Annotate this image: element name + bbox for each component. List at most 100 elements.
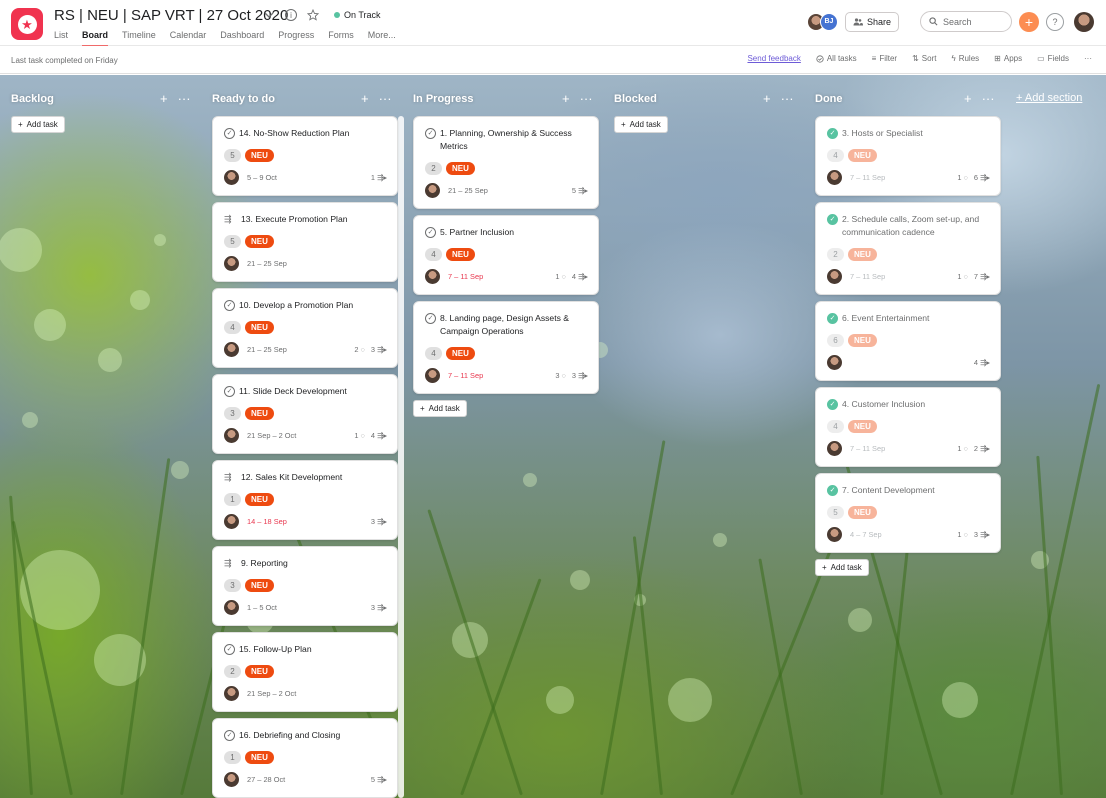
- more-icon[interactable]: ···: [580, 91, 593, 107]
- check-circle-icon[interactable]: ✓: [224, 644, 235, 655]
- task-card[interactable]: ✓ 7. Content Development 5 NEU 4 – 7 Sep 1 ◌ 3…: [815, 473, 1001, 553]
- comment-count[interactable]: 1 ◌: [354, 431, 365, 440]
- neu-tag[interactable]: NEU: [245, 665, 274, 678]
- neu-tag[interactable]: NEU: [245, 235, 274, 248]
- check-circle-icon[interactable]: ✓: [224, 300, 235, 311]
- project-icon[interactable]: ★: [11, 8, 43, 40]
- comment-count[interactable]: 1 ◌: [957, 272, 968, 281]
- task-card[interactable]: ✓ 2. Schedule calls, Zoom set-up, and com…: [815, 202, 1001, 295]
- tab-dashboard[interactable]: Dashboard: [220, 30, 264, 46]
- due-date[interactable]: 14 – 18 Sep: [247, 517, 287, 526]
- tab-forms[interactable]: Forms: [328, 30, 354, 46]
- project-title[interactable]: RS | NEU | SAP VRT | 27 Oct 2020: [54, 7, 288, 24]
- assignee-avatar[interactable]: [224, 772, 239, 787]
- add-task-button[interactable]: + Add task: [11, 116, 65, 133]
- column-header-in-progress[interactable]: In Progress: [413, 91, 474, 107]
- assignee-avatar[interactable]: [224, 170, 239, 185]
- plus-icon[interactable]: +: [964, 91, 972, 107]
- due-date[interactable]: 21 – 25 Sep: [448, 186, 488, 195]
- status-badge[interactable]: On Track: [334, 10, 381, 20]
- tab-more[interactable]: More...: [368, 30, 396, 46]
- due-date[interactable]: 7 – 11 Sep: [850, 272, 885, 281]
- send-feedback-link[interactable]: Send feedback: [747, 54, 800, 63]
- due-date[interactable]: 7 – 11 Sep: [448, 371, 483, 380]
- due-date[interactable]: 1 – 5 Oct: [247, 603, 277, 612]
- assignee-avatar[interactable]: [827, 170, 842, 185]
- neu-tag[interactable]: NEU: [848, 149, 877, 162]
- assignee-avatar[interactable]: [827, 441, 842, 456]
- assignee-avatar[interactable]: [224, 600, 239, 615]
- column-header-backlog[interactable]: Backlog: [11, 91, 54, 107]
- comment-count[interactable]: 1 ◌: [555, 272, 566, 281]
- neu-tag[interactable]: NEU: [446, 347, 475, 360]
- assignee-avatar[interactable]: [425, 269, 440, 284]
- subtask-count[interactable]: 5 ⇶▸: [572, 186, 588, 195]
- tab-list[interactable]: List: [54, 30, 68, 46]
- check-circle-icon[interactable]: ✓: [425, 313, 436, 324]
- task-card[interactable]: ✓ 16. Debriefing and Closing 1 NEU 27 – 28 O…: [212, 718, 398, 798]
- assignee-avatar[interactable]: [425, 368, 440, 383]
- assignee-avatar[interactable]: [827, 355, 842, 370]
- check-circle-icon[interactable]: ✓: [827, 128, 838, 139]
- subtask-icon[interactable]: ⇶: [224, 471, 237, 484]
- all-tasks-button[interactable]: All tasks: [816, 54, 857, 63]
- assignee-avatar[interactable]: [224, 514, 239, 529]
- number-tag[interactable]: 4: [425, 248, 442, 261]
- sort-button[interactable]: ⇅ Sort: [912, 54, 936, 63]
- task-card[interactable]: ✓ 4. Customer Inclusion 4 NEU 7 – 11 Sep 1 ◌ 2…: [815, 387, 1001, 467]
- subtask-icon[interactable]: ⇶: [224, 213, 237, 226]
- more-icon[interactable]: ···: [781, 91, 794, 107]
- neu-tag[interactable]: NEU: [848, 420, 877, 433]
- task-card[interactable]: ⇶ 13. Execute Promotion Plan 5 NEU 21 – 25 S…: [212, 202, 398, 282]
- task-card[interactable]: ✓ 8. Landing page, Design Assets & Campai…: [413, 301, 599, 394]
- number-tag[interactable]: 5: [224, 235, 241, 248]
- check-circle-icon[interactable]: ✓: [224, 730, 235, 741]
- task-card[interactable]: ✓ 6. Event Entertainment 6 NEU 4 ⇶▸: [815, 301, 1001, 381]
- number-tag[interactable]: 2: [425, 162, 442, 175]
- comment-count[interactable]: 1 ◌: [957, 444, 968, 453]
- due-date[interactable]: 21 – 25 Sep: [247, 259, 287, 268]
- comment-count[interactable]: 1 ◌: [957, 173, 968, 182]
- neu-tag[interactable]: NEU: [245, 407, 274, 420]
- comment-count[interactable]: 2 ◌: [354, 345, 365, 354]
- assignee-avatar[interactable]: [224, 686, 239, 701]
- quick-add-button[interactable]: +: [1019, 11, 1039, 32]
- subtask-count[interactable]: 7 ⇶▸: [974, 272, 990, 281]
- task-card[interactable]: ⇶ 9. Reporting 3 NEU 1 – 5 Oct 3 ⇶▸: [212, 546, 398, 626]
- more-icon[interactable]: ···: [982, 91, 995, 107]
- neu-tag[interactable]: NEU: [245, 493, 274, 506]
- due-date[interactable]: 21 – 25 Sep: [247, 345, 287, 354]
- subtask-count[interactable]: 2 ⇶▸: [974, 444, 990, 453]
- due-date[interactable]: 4 – 7 Sep: [850, 530, 882, 539]
- neu-tag[interactable]: NEU: [848, 506, 877, 519]
- check-circle-icon[interactable]: ✓: [224, 128, 235, 139]
- plus-icon[interactable]: +: [160, 91, 168, 107]
- rules-button[interactable]: ϟ Rules: [951, 54, 979, 63]
- neu-tag[interactable]: NEU: [446, 162, 475, 175]
- number-tag[interactable]: 1: [224, 751, 241, 764]
- filter-button[interactable]: ≡ Filter: [872, 54, 897, 63]
- help-button[interactable]: ?: [1046, 12, 1064, 31]
- add-task-button[interactable]: + Add task: [815, 559, 869, 576]
- fields-button[interactable]: ▭ Fields: [1037, 54, 1069, 63]
- add-task-button[interactable]: + Add task: [413, 400, 467, 417]
- member-avatars[interactable]: BJ: [806, 12, 838, 31]
- assignee-avatar[interactable]: [827, 527, 842, 542]
- comment-count[interactable]: 3 ◌: [555, 371, 566, 380]
- check-circle-icon[interactable]: ✓: [827, 313, 838, 324]
- column-header-done[interactable]: Done: [815, 91, 843, 107]
- neu-tag[interactable]: NEU: [245, 149, 274, 162]
- number-tag[interactable]: 4: [827, 420, 844, 433]
- number-tag[interactable]: 5: [827, 506, 844, 519]
- assignee-avatar[interactable]: [425, 183, 440, 198]
- add-section-button[interactable]: + Add section: [1016, 92, 1082, 104]
- column-header-ready[interactable]: Ready to do: [212, 91, 275, 107]
- subtask-count[interactable]: 4 ⇶▸: [974, 358, 990, 367]
- due-date[interactable]: 21 Sep – 2 Oct: [247, 689, 296, 698]
- column-header-blocked[interactable]: Blocked: [614, 91, 657, 107]
- number-tag[interactable]: 2: [827, 248, 844, 261]
- comment-count[interactable]: 1 ◌: [957, 530, 968, 539]
- due-date[interactable]: 7 – 11 Sep: [850, 173, 885, 182]
- neu-tag[interactable]: NEU: [245, 321, 274, 334]
- task-card[interactable]: ✓ 14. No-Show Reduction Plan 5 NEU 5 – 9 Oct…: [212, 116, 398, 196]
